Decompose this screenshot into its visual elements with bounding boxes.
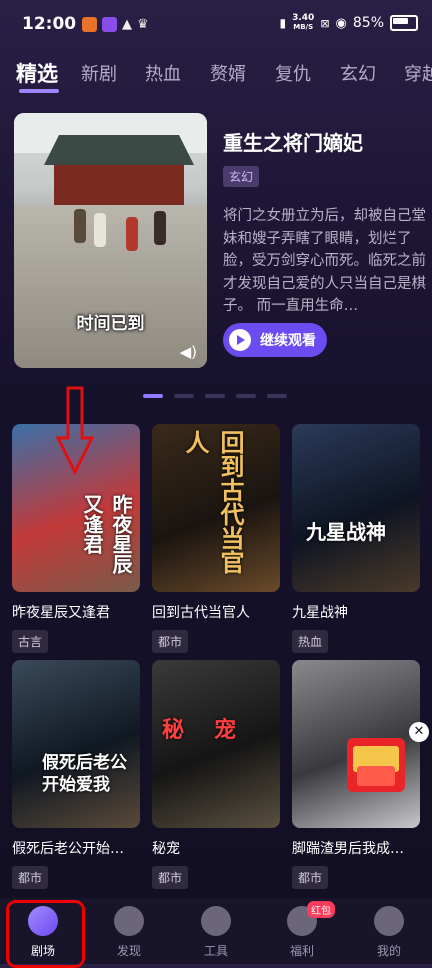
poster-title: 九星战神 [306, 520, 386, 544]
scene-figure [94, 213, 106, 247]
banner-description: 将门之女册立为后，却被自己堂妹和嫂子弄瞎了眼睛，划烂了脸，受万剑穿心而死。临死之… [223, 208, 426, 314]
banner-video-thumbnail[interactable]: 时间已到 ◀) [14, 113, 207, 368]
drama-genre-tag: 都市 [12, 866, 49, 889]
tab-time-travel[interactable]: 穿越 [404, 60, 432, 86]
aperture-icon [201, 906, 231, 936]
scene-figure [126, 217, 138, 251]
carousel-dot [205, 394, 225, 398]
battery-icon [390, 15, 418, 31]
volume-icon[interactable]: ◀) [180, 343, 197, 361]
vibrate-icon: ▮ [279, 16, 287, 30]
scene-courtyard [14, 205, 207, 368]
annotation-arrow [55, 386, 95, 476]
drama-genre-tag: 热血 [292, 630, 329, 653]
drama-poster: 秘宠 [152, 660, 280, 828]
poster-title: 回到古代当官人 [181, 430, 244, 574]
continue-watching-button[interactable]: 继续观看 [223, 323, 327, 357]
poster-title: 秘宠 [162, 718, 267, 743]
nav-profile-label: 我的 [376, 944, 401, 958]
carousel-dot-active [143, 394, 163, 398]
drama-genre-tag: 都市 [152, 630, 189, 653]
carousel-dot [174, 394, 194, 398]
carousel-dot [236, 394, 256, 398]
red-packet-icon[interactable] [343, 732, 409, 798]
banner-title[interactable]: 重生之将门嫡妃 [223, 127, 363, 156]
close-icon[interactable]: ✕ [409, 722, 429, 742]
drama-genre-tag: 古言 [12, 630, 49, 653]
scene-figure [74, 209, 86, 243]
drama-title: 脚踹渣男后我成… [292, 841, 404, 857]
nav-discover[interactable]: 发现 [99, 906, 159, 959]
drama-title: 假死后老公开始… [12, 841, 124, 857]
clock: 12:00 [22, 14, 77, 34]
scene-figure [154, 211, 166, 245]
tab-new[interactable]: 新剧 [81, 60, 117, 86]
drama-genre-tag: 都市 [292, 866, 329, 889]
sim-icon: ⊠ [320, 16, 330, 30]
tab-action[interactable]: 热血 [145, 60, 181, 86]
carousel-indicator [143, 394, 287, 398]
drama-poster: 假死后老公开始爱我 [12, 660, 140, 828]
banner-genre-tag: 玄幻 [223, 166, 260, 187]
bell-icon: ▲ [122, 17, 132, 32]
video-subtitle: 时间已到 [76, 314, 145, 334]
scene-roof [44, 135, 194, 165]
poster-title: 昨夜星辰又逢君 [80, 494, 133, 574]
profile-icon [374, 906, 404, 936]
wifi-icon: ◉ [335, 15, 347, 31]
continue-watching-label: 继续观看 [260, 333, 316, 349]
play-icon [229, 329, 251, 351]
drama-title: 昨夜星辰又逢君 [12, 605, 110, 621]
category-tabs: 精选 新剧 热血 赘婿 复仇 玄幻 穿越 [0, 56, 432, 96]
drama-title: 秘宠 [152, 841, 180, 857]
nav-profile[interactable]: 我的 [359, 906, 419, 959]
drama-poster: 回到古代当官人 [152, 424, 280, 592]
network-speed: 3.40 MB/S [292, 14, 314, 32]
carousel-dot [267, 394, 287, 398]
drama-poster: 九星战神 [292, 424, 420, 592]
scene-wall [54, 165, 184, 205]
drama-card[interactable]: 秘宠 秘宠 都市 [152, 660, 280, 889]
app-notification-icon [82, 17, 97, 32]
drama-card[interactable]: 假死后老公开始爱我 假死后老公开始… 都市 [12, 660, 140, 889]
tab-featured[interactable]: 精选 [16, 58, 58, 88]
network-speed-unit: MB/S [293, 23, 314, 31]
active-tab-indicator [19, 89, 59, 93]
poster-title: 假死后老公开始爱我 [42, 753, 127, 795]
notification-icons: ▲ ♛ [82, 17, 149, 32]
drama-title: 回到古代当官人 [152, 605, 250, 621]
tab-son-in-law[interactable]: 赘婿 [210, 60, 246, 86]
battery-level: 85% [352, 15, 384, 31]
red-packet-badge: 红包 [307, 901, 335, 918]
nav-discover-label: 发现 [116, 944, 141, 958]
annotation-highlight-box [6, 900, 85, 968]
app-notification-icon [102, 17, 117, 32]
network-speed-value: 3.40 [292, 13, 315, 23]
drama-card[interactable]: 回到古代当官人 回到古代当官人 都市 [152, 424, 280, 653]
nav-tools[interactable]: 工具 [186, 906, 246, 959]
nav-tools-label: 工具 [203, 944, 228, 958]
status-bar: 12:00 ▲ ♛ ▮ 3.40 MB/S ⊠ ◉ 85% [0, 0, 432, 50]
drama-title: 九星战神 [292, 605, 348, 621]
tab-revenge[interactable]: 复仇 [275, 60, 311, 86]
drama-card[interactable]: 九星战神 九星战神 热血 [292, 424, 420, 653]
planet-icon [114, 906, 144, 936]
system-icons: ▮ 3.40 MB/S ⊠ ◉ 85% [279, 14, 418, 32]
crown-icon: ♛ [137, 17, 149, 32]
drama-genre-tag: 都市 [152, 866, 189, 889]
tab-fantasy[interactable]: 玄幻 [340, 60, 376, 86]
nav-rewards-label: 福利 [289, 944, 314, 958]
